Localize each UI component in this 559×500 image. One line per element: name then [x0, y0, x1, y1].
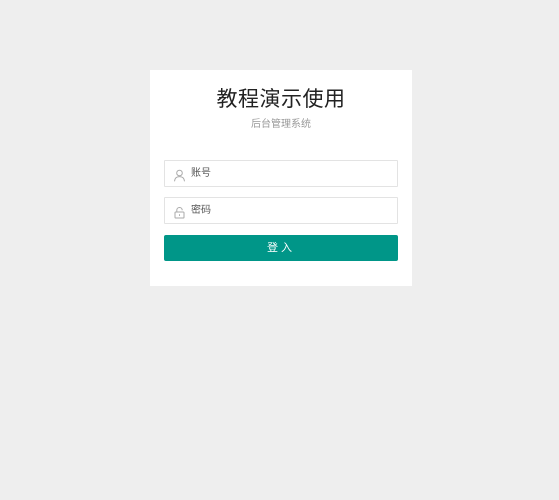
password-field[interactable] [164, 197, 398, 224]
username-field[interactable] [164, 160, 398, 187]
login-subtitle: 后台管理系统 [251, 119, 311, 130]
user-icon [173, 167, 186, 182]
login-button[interactable]: 登入 [164, 235, 398, 261]
login-title: 教程演示使用 [216, 87, 346, 111]
password-input[interactable] [191, 198, 391, 223]
login-card: 教程演示使用 后台管理系统 登入 [150, 70, 412, 286]
lock-icon [173, 204, 186, 219]
username-input[interactable] [191, 161, 391, 186]
